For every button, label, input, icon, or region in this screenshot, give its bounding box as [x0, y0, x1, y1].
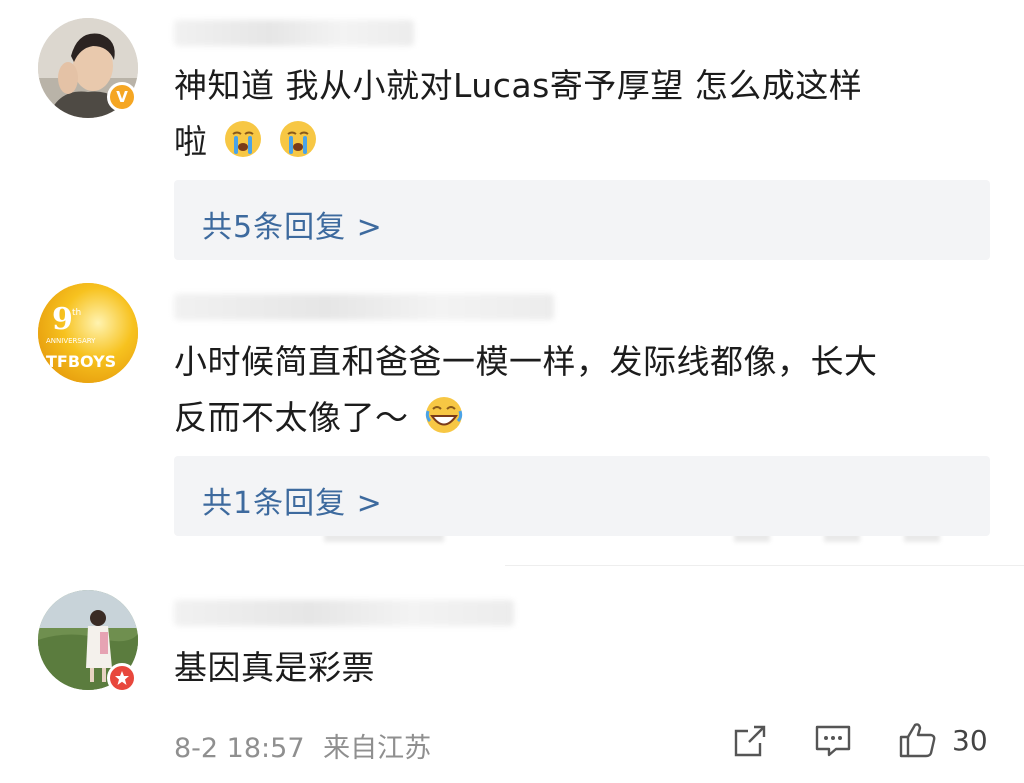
avatar-text-tfboys: TFBOYS [46, 352, 116, 371]
comment-text-line-1: 小时候简直和爸爸一模一样，发际线都像，长大 [174, 342, 878, 381]
laughing-face-icon [425, 397, 462, 433]
star-badge [107, 663, 137, 693]
crying-face-icon [279, 121, 316, 157]
timestamp: 8-2 18:57 [174, 733, 305, 764]
like-icon[interactable] [898, 721, 938, 759]
comment-text: 基因真是彩票 [174, 640, 974, 696]
avatar-text-9: 9 [52, 302, 73, 337]
comment-text: 神知道 我从小就对Lucas寄予厚望 怎么成这样 啦 [174, 58, 974, 170]
location: 来自江苏 [323, 733, 432, 764]
avatar-tfboys-anniversary: 9 th ANNIVERSARY TFBOYS [38, 283, 138, 383]
share-icon[interactable] [732, 723, 768, 759]
reply-box[interactable]: 共5条回复 > [174, 180, 990, 260]
comment-text: 小时候简直和爸爸一模一样，发际线都像，长大 反而不太像了～ [174, 334, 974, 446]
username-blurred[interactable] [174, 600, 514, 626]
view-replies-link[interactable]: 共5条回复 > [202, 202, 383, 246]
divider [505, 565, 1024, 566]
avatar-text-th: th [72, 308, 81, 318]
reply-box[interactable]: 共1条回复 > [174, 456, 990, 536]
crying-face-icon [224, 121, 261, 157]
username-blurred[interactable] [174, 20, 414, 46]
comment-text-line-2: 啦 [174, 122, 208, 161]
avatar[interactable]: 9 th ANNIVERSARY TFBOYS [38, 283, 138, 383]
comment-meta: 8-2 18:57 来自江苏 [174, 726, 431, 765]
comment-text-line-1: 基因真是彩票 [174, 648, 375, 687]
comment-text-line-2: 反而不太像了～ [174, 398, 409, 437]
verified-badge: V [107, 82, 137, 112]
comment-icon[interactable] [814, 723, 852, 759]
view-replies-link[interactable]: 共1条回复 > [202, 478, 383, 522]
star-icon [115, 671, 129, 685]
username-blurred[interactable] [174, 294, 554, 320]
like-count: 30 [952, 724, 988, 757]
comment-text-line-1: 神知道 我从小就对Lucas寄予厚望 怎么成这样 [174, 66, 863, 105]
avatar-text-anniversary: ANNIVERSARY [46, 337, 96, 345]
